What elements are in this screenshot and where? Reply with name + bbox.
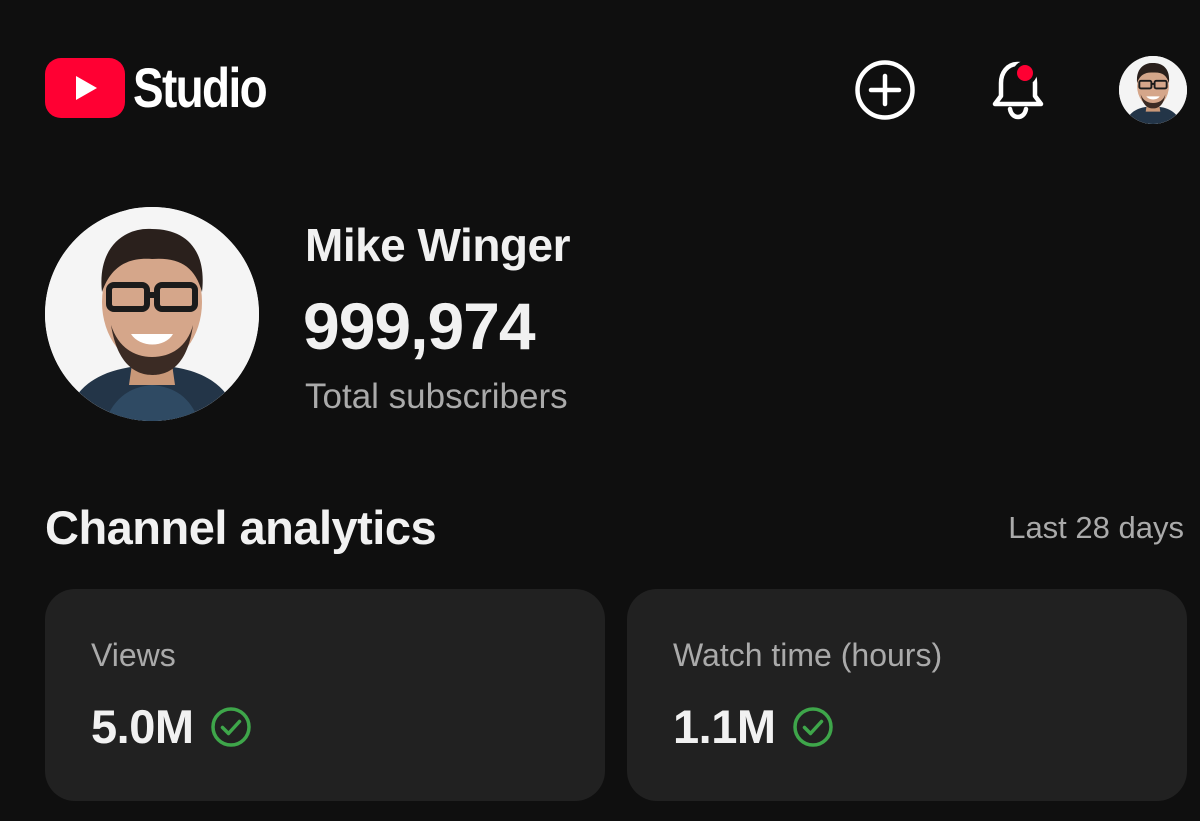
app-name: Studio [133,56,268,119]
youtube-play-icon [45,58,125,118]
views-value-row: 5.0M [91,699,252,754]
watch-time-label: Watch time (hours) [673,637,943,673]
notifications-button[interactable] [986,58,1050,122]
check-circle-icon [792,706,834,748]
period-selector[interactable]: Last 28 days [1008,510,1184,546]
views-label: Views [91,637,176,673]
section-title: Channel analytics [45,501,437,554]
watch-time-card[interactable]: Watch time (hours) 1.1M [627,589,1187,801]
notification-badge [1013,61,1037,85]
top-app-bar: Studio [0,0,1200,180]
channel-avatar[interactable] [45,207,259,421]
views-value: 5.0M [91,700,194,753]
create-button[interactable] [853,58,917,122]
subscriber-label: Total subscribers [305,377,568,416]
channel-name: Mike Winger [305,219,571,271]
check-circle-icon [210,706,252,748]
views-card[interactable]: Views 5.0M [45,589,605,801]
channel-avatar-image [45,207,259,421]
account-button[interactable] [1118,55,1188,125]
watch-time-value-row: 1.1M [673,699,834,754]
avatar-image [1119,56,1187,124]
youtube-studio-logo[interactable]: Studio [45,58,295,118]
watch-time-value: 1.1M [673,700,776,753]
subscriber-count: 999,974 [303,289,536,363]
plus-circle-icon [855,60,915,120]
avatar [1119,56,1187,124]
